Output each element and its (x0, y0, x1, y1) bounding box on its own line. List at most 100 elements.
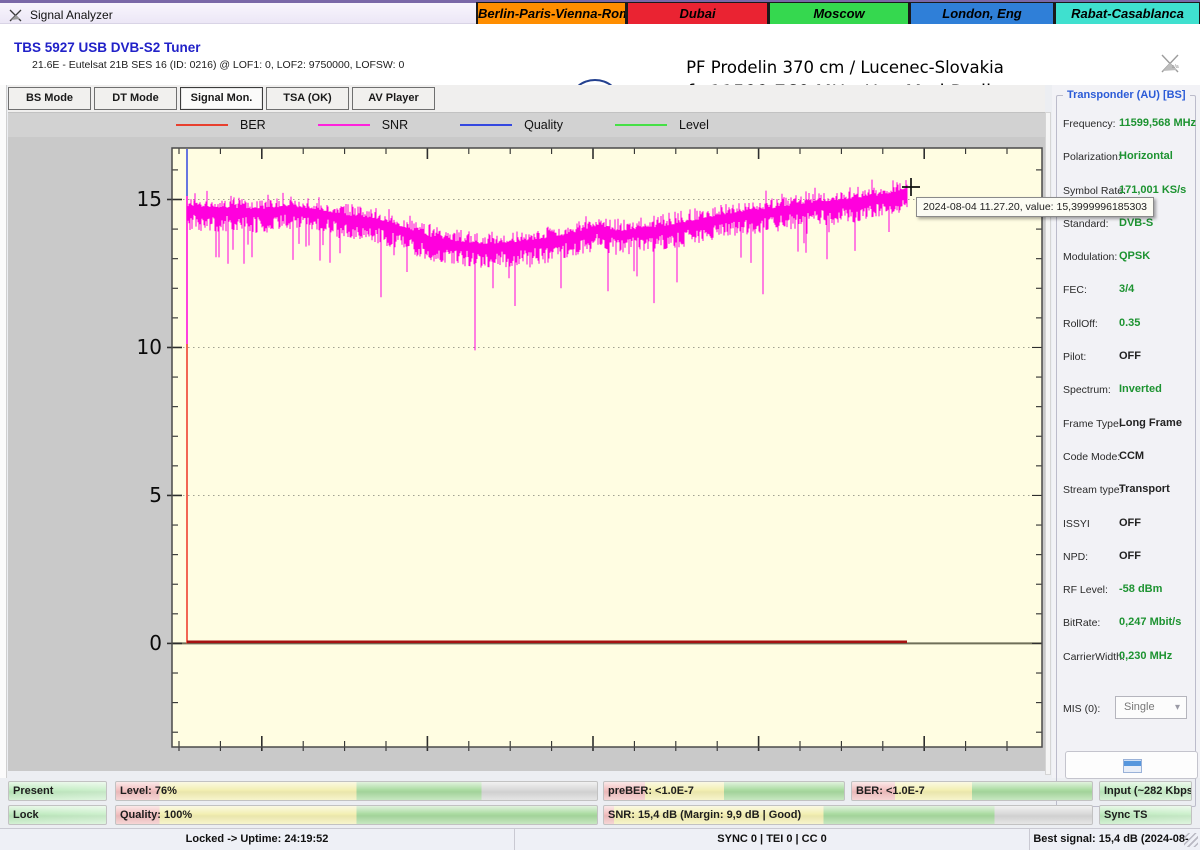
transponder-row: Polarization: Horizontal (1057, 143, 1195, 176)
legend-item-snr: SNR (317, 118, 408, 132)
transponder-panel: Transponder (AU) [BS] Frequency: 11599,5… (1052, 85, 1200, 807)
status-locked-uptime: Locked -> Uptime: 24:19:52 (0, 829, 515, 850)
stream-list-icon (1123, 759, 1142, 773)
mis-row: MIS (0): Single ▾ (1057, 694, 1195, 724)
transponder-row: Frequency: 11599,568 MHz (1057, 110, 1197, 143)
dish-icon: s/a (1161, 54, 1179, 73)
transponder-row-label: CarrierWidth: (1063, 650, 1125, 663)
transponder-row-value: Horizontal (1119, 150, 1173, 163)
tab-bs-mode[interactable]: BS Mode (8, 87, 91, 110)
left-splitter[interactable] (0, 85, 7, 778)
transponder-row-value: DVB-S (1119, 216, 1154, 229)
legend-item-quality: Quality (460, 118, 563, 132)
snr-line-swatch (317, 124, 370, 126)
status-bar: Locked -> Uptime: 24:19:52 SYNC 0 | TEI … (0, 828, 1200, 850)
transponder-row-label: BitRate: (1063, 617, 1101, 630)
chart-legend: BER SNR Quality Level (8, 112, 1045, 137)
transponder-row-label: RF Level: (1063, 584, 1108, 597)
transponder-row: NPD: OFF (1057, 543, 1195, 576)
snr-meter: SNR: 15,4 dB (Margin: 9,9 dB | Good) (603, 805, 1093, 825)
signal-analyzer-icon (9, 9, 22, 22)
transponder-row-label: Symbol Rate: (1063, 184, 1127, 197)
preber-meter: preBER: <1.0E-7 (603, 781, 845, 801)
sync-ts-indicator: Sync TS (1099, 805, 1192, 825)
transponder-row-label: Code Mode: (1063, 450, 1121, 463)
transponder-row-label: Stream type: (1063, 484, 1123, 497)
transponder-row: Modulation: QPSK (1057, 243, 1195, 276)
transponder-row: FEC: 3/4 (1057, 276, 1195, 309)
transponder-row-label: Modulation: (1063, 251, 1118, 264)
mode-tabs: BS Mode DT Mode Signal Mon. TSA (OK) AV … (8, 85, 1045, 112)
transponder-row-label: FEC: (1063, 284, 1087, 297)
transponder-row-value: 0,247 Mbit/s (1119, 616, 1182, 629)
quality-meter: Quality: 100% (115, 805, 598, 825)
transponder-row-value: QPSK (1119, 250, 1151, 263)
tuner-details: 21.6E - Eutelsat 21B SES 16 (ID: 0216) @… (32, 59, 405, 71)
input-rate-indicator: Input (~282 Kbps) (1099, 781, 1192, 801)
mis-select[interactable]: Single ▾ (1115, 696, 1187, 719)
resize-grip[interactable] (1184, 833, 1198, 847)
transponder-row-value: 3/4 (1119, 283, 1135, 296)
transponder-row-value: -58 dBm (1119, 583, 1163, 596)
transponder-row-value: 0,230 MHz (1119, 649, 1173, 662)
stream-list-button[interactable] (1065, 751, 1198, 779)
legend-item-level: Level (615, 118, 709, 132)
transponder-row: Stream type: Transport (1057, 476, 1195, 509)
transponder-row-value: Inverted (1119, 383, 1162, 396)
tab-av-player[interactable]: AV Player (352, 87, 435, 110)
antenna-location: PF Prodelin 370 cm / Lucenec-Slovakia (686, 58, 1004, 77)
transponder-row-value: 11599,568 MHz (1119, 117, 1197, 129)
window-title: Signal Analyzer (30, 8, 113, 22)
level-line-swatch (615, 124, 668, 126)
ber-line-swatch (176, 124, 228, 126)
ber-meter: BER: <1.0E-7 (851, 781, 1093, 801)
transponder-row-value: OFF (1119, 516, 1141, 529)
chevron-down-icon: ▾ (1174, 702, 1180, 713)
y-axis-label: 5 (149, 483, 162, 508)
transponder-row-label: NPD: (1063, 550, 1089, 563)
transponder-row-label: Polarization: (1063, 151, 1121, 164)
tab-signal-mon[interactable]: Signal Mon. (180, 87, 263, 110)
transponder-row-label: RollOff: (1063, 317, 1098, 330)
present-indicator: Present (8, 781, 107, 801)
transponder-row: RF Level: -58 dBm (1057, 576, 1195, 609)
signal-chart[interactable] (167, 147, 1043, 751)
clock-city-label: Moscow (770, 3, 908, 25)
clock-city-label: Rabat-Casablanca (1056, 3, 1199, 25)
tab-tsa[interactable]: TSA (OK) (266, 87, 349, 110)
transponder-row: ISSYI OFF (1057, 510, 1195, 543)
status-best-signal: Best signal: 15,4 dB (2024-08-04 11:27) (1033, 833, 1188, 845)
transponder-row-label: Spectrum: (1063, 384, 1111, 397)
y-axis-label: 10 (136, 335, 162, 360)
clock-city-label: Dubai (628, 3, 767, 25)
level-meter: Level: 76% (115, 781, 598, 801)
tuner-name: TBS 5927 USB DVB-S2 Tuner (14, 40, 201, 55)
transponder-row-label: ISSYI (1063, 517, 1090, 530)
transponder-row-value: 171,001 KS/s (1119, 183, 1187, 196)
tab-dt-mode[interactable]: DT Mode (94, 87, 177, 110)
legend-item-ber: BER (176, 118, 266, 132)
transponder-row: CarrierWidth: 0,230 MHz (1057, 643, 1195, 676)
transponder-row: Code Mode: CCM (1057, 443, 1195, 476)
clock-city-label: Berlin-Paris-Vienna-Roma (478, 3, 625, 25)
chart-tooltip: 2024-08-04 11.27.20, value: 15,399999618… (916, 197, 1155, 217)
transponder-row-label: Frequency: (1063, 118, 1116, 130)
transponder-row: Frame Type: Long Frame (1057, 410, 1195, 443)
y-axis-label: 15 (136, 187, 162, 212)
transponder-row-value: OFF (1119, 350, 1141, 363)
y-axis-label: 0 (149, 631, 162, 656)
transponder-row-value: Long Frame (1119, 416, 1182, 429)
transponder-row: RollOff: 0.35 (1057, 310, 1195, 343)
transponder-row-value: Transport (1119, 483, 1170, 496)
transponder-rows: Frequency: 11599,568 MHz Polarization: H… (1057, 110, 1197, 676)
lock-indicator: Lock (8, 805, 107, 825)
transponder-row-label: Frame Type: (1063, 417, 1122, 430)
clock-city-label: London, Eng (911, 3, 1053, 25)
transponder-row-value: OFF (1119, 549, 1141, 562)
transponder-row: Spectrum: Inverted (1057, 376, 1195, 409)
transponder-row-label: Standard: (1063, 217, 1109, 230)
transponder-row: Pilot: OFF (1057, 343, 1195, 376)
quality-line-swatch (460, 124, 513, 126)
svg-text:s/a: s/a (1172, 64, 1179, 70)
transponder-title: Transponder (AU) [BS] (1063, 89, 1190, 101)
